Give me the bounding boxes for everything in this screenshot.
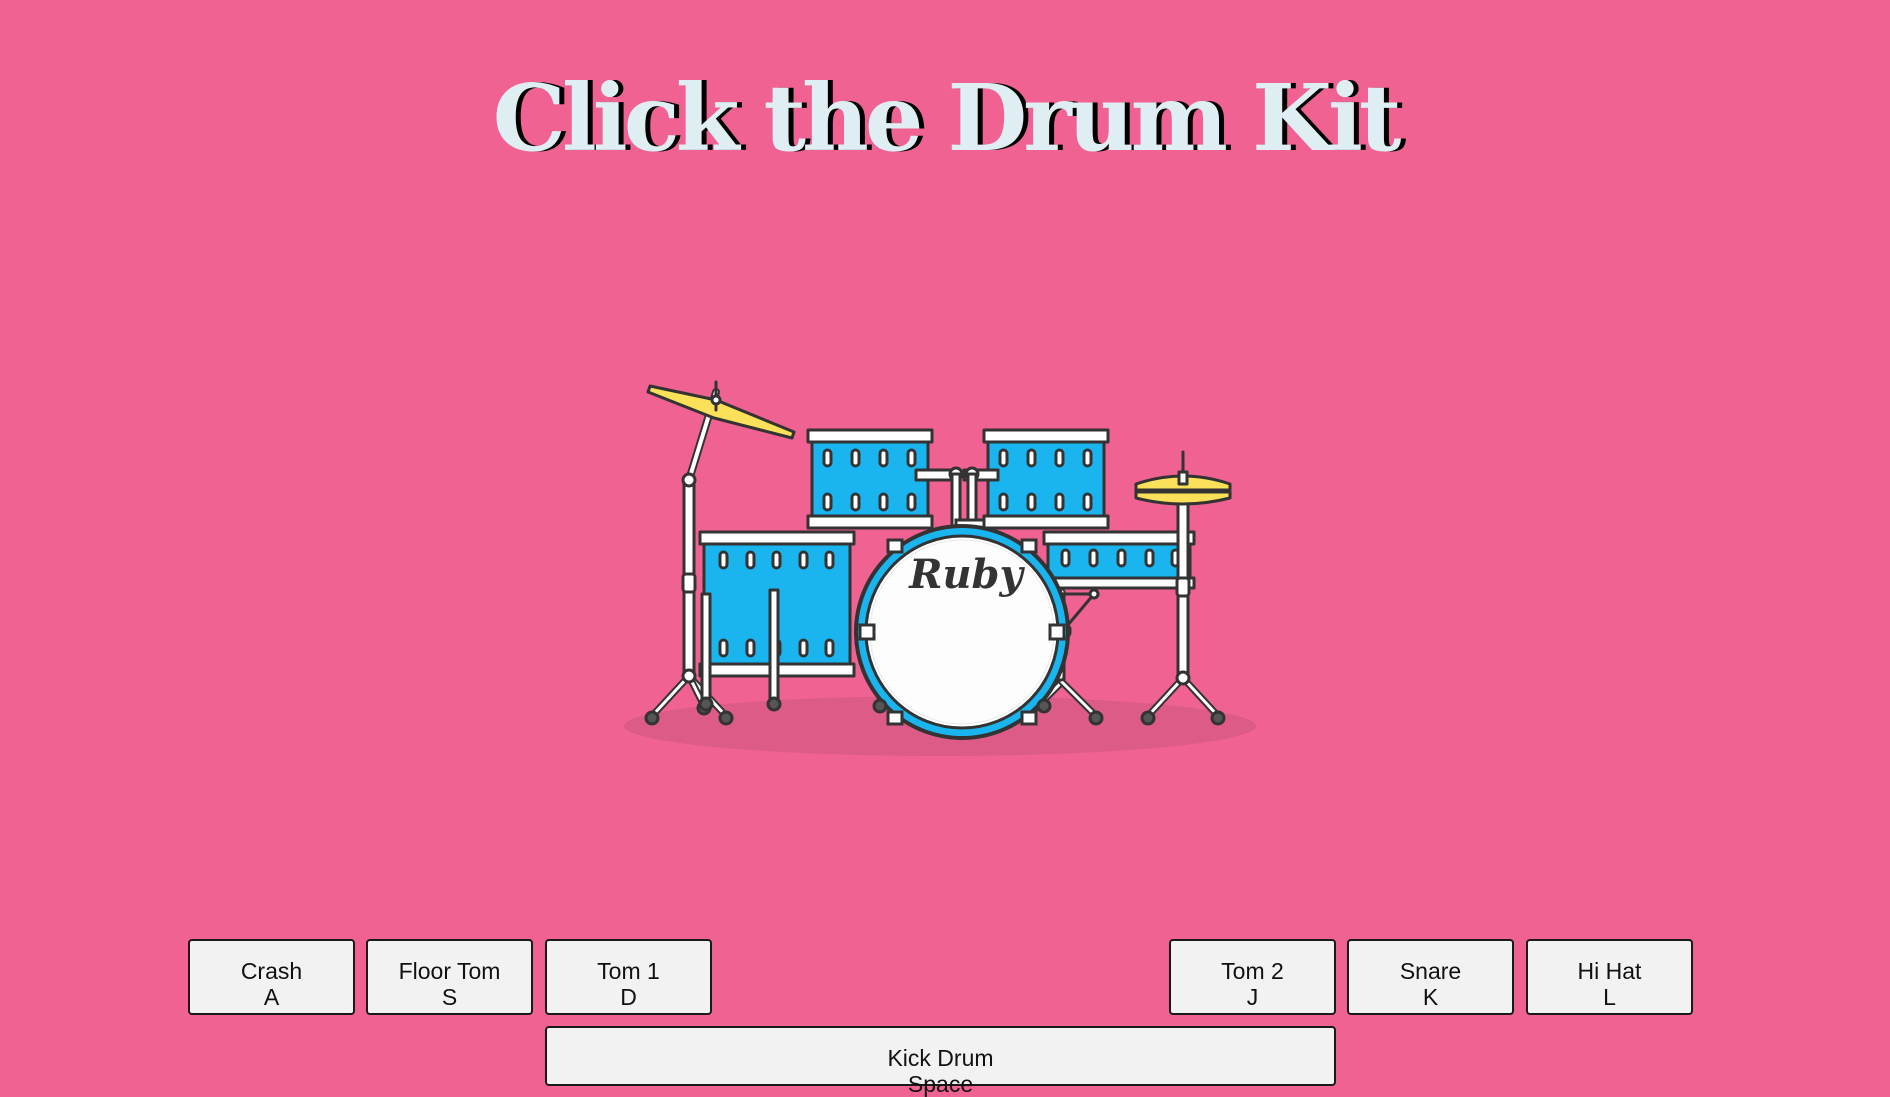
- hi-hat-label: Hi Hat: [1577, 958, 1642, 984]
- hi-hat-button[interactable]: Hi Hat L: [1526, 939, 1693, 1015]
- floor-tom-label: Floor Tom: [398, 958, 501, 984]
- tom-1-label: Tom 1: [597, 958, 660, 984]
- crash-button[interactable]: Crash A: [188, 939, 355, 1015]
- kick-drum-button[interactable]: Kick Drum Space: [545, 1026, 1336, 1097]
- snare-key: K: [1422, 984, 1439, 1010]
- tom-2-key: J: [1246, 984, 1259, 1010]
- tom-2-drum[interactable]: [962, 428, 1110, 532]
- floor-tom-drum[interactable]: [698, 530, 856, 712]
- tom-2-button[interactable]: Tom 2 J: [1169, 939, 1336, 1015]
- crash-key: A: [263, 984, 280, 1010]
- page-title: Click the Drum Kit: [492, 64, 1402, 172]
- floor-tom-button[interactable]: Floor Tom S: [366, 939, 533, 1015]
- tom-1-key: D: [620, 984, 637, 1010]
- tom-1-button[interactable]: Tom 1 D: [545, 939, 712, 1015]
- kick-drum-key: Space: [907, 1071, 974, 1097]
- tom-2-label: Tom 2: [1221, 958, 1284, 984]
- snare-label: Snare: [1399, 958, 1462, 984]
- hi-hat-key: L: [1603, 984, 1616, 1010]
- crash-label: Crash: [240, 958, 303, 984]
- snare-button[interactable]: Snare K: [1347, 939, 1514, 1015]
- kick-drum-label: Kick Drum: [887, 1045, 994, 1071]
- floor-tom-key: S: [441, 984, 458, 1010]
- tom-1-drum[interactable]: [806, 428, 964, 532]
- kit-brand-logo: Ruby: [908, 551, 1025, 598]
- drum-kit-illustration[interactable]: Ruby: [620, 370, 1260, 770]
